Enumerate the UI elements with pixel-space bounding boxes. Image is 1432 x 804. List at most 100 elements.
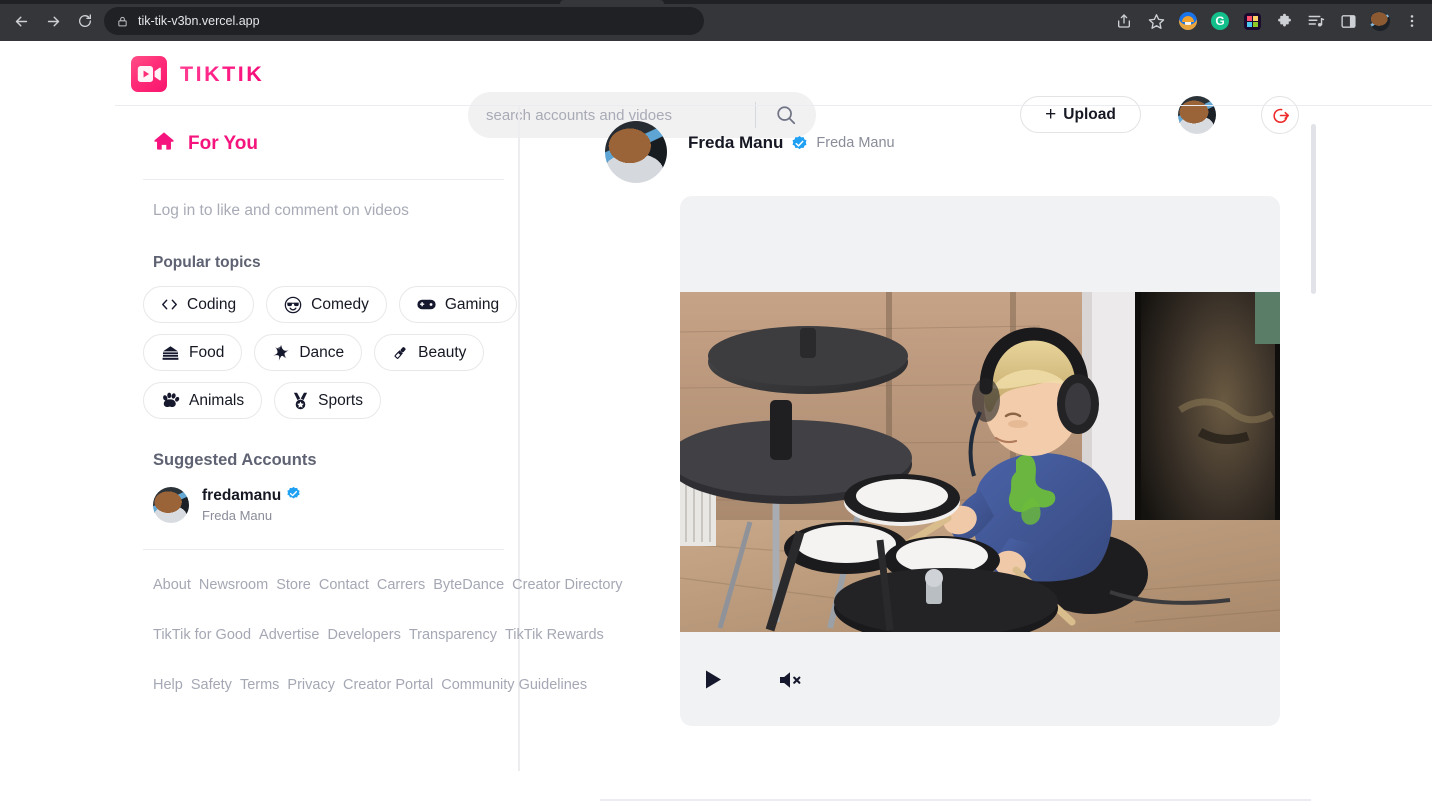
video-card[interactable] [680,196,1280,726]
forward-button[interactable] [39,7,67,35]
footer-group-1: About Newsroom Store Contact Carrers ByteDanc… [153,572,623,600]
reading-list-icon [1308,15,1325,27]
sunglasses-smiley-icon [284,296,302,314]
lipstick-icon [392,344,409,361]
bookmark-button[interactable] [1142,7,1170,35]
sidebar: For You Log in to like and comment on vi… [115,106,623,804]
browser-tab-strip [0,0,1432,4]
suggested-account-handle: fredamanu [202,487,282,504]
popular-topics-list: Coding Comedy Gaming Food Dance Beauty A… [143,286,525,419]
share-button[interactable] [1110,7,1138,35]
footer-link[interactable]: Store [276,577,311,593]
browser-tab[interactable] [560,0,664,4]
extensions-button[interactable] [1270,7,1298,35]
suggested-account-item[interactable]: fredamanu Freda Manu [153,486,518,523]
reading-list-button[interactable] [1302,7,1330,35]
side-panel-icon [1340,14,1356,28]
sidebar-divider-1 [143,179,504,180]
medal-icon [292,392,309,410]
extension-button-1[interactable] [1174,7,1202,35]
brand-name: TIKTIK [180,61,265,86]
sidebar-item-for-you[interactable]: For You [153,130,518,157]
extension-icon-blue [1179,12,1197,30]
topic-pill-animals[interactable]: Animals [143,382,263,419]
footer-link[interactable]: Carrers [377,577,425,593]
chrome-profile-button[interactable] [1366,7,1394,35]
feed-scrollbar-thumb[interactable] [1311,124,1316,294]
footer-link[interactable]: Creator Portal [343,677,433,693]
suggested-account-fullname: Freda Manu [202,508,273,523]
suggested-account-text: fredamanu Freda Manu [202,486,301,523]
star-icon [1148,13,1164,29]
topic-label: Animals [189,391,245,409]
page-root: TIKTIK + Upload [0,41,1432,804]
footer-link[interactable]: TikTik for Good [153,627,251,643]
browser-chrome: tik-tik-v3bn.vercel.app G [0,0,1432,41]
code-brackets-icon [161,298,178,311]
login-prompt-text: Log in to like and comment on videos [153,202,409,219]
paw-print-icon [161,392,180,409]
footer-link[interactable]: Privacy [287,677,335,693]
footer-link[interactable]: ByteDance [433,577,504,593]
topic-pill-coding[interactable]: Coding [143,286,255,323]
side-panel-button[interactable] [1334,7,1362,35]
verified-badge-icon [791,135,808,152]
topic-pill-gaming[interactable]: Gaming [398,286,518,323]
chrome-menu-button[interactable] [1398,7,1426,35]
topic-pill-beauty[interactable]: Beauty [374,334,485,371]
topic-pill-sports[interactable]: Sports [274,382,381,419]
footer-link[interactable]: Newsroom [199,577,268,593]
grammarly-icon: G [1211,12,1229,30]
footer-link[interactable]: Transparency [409,627,497,643]
cake-slice-icon [161,345,180,361]
site-header: TIKTIK + Upload [0,41,1432,138]
footer-link[interactable]: Help [153,677,183,693]
play-button[interactable] [698,665,728,695]
sidebar-divider-2 [143,549,504,550]
address-bar[interactable]: tik-tik-v3bn.vercel.app [104,7,704,35]
body-wrapper: For You Log in to like and comment on vi… [0,106,1432,804]
reload-button[interactable] [71,7,99,35]
extension-button-3[interactable] [1238,7,1266,35]
avatar [1370,11,1390,31]
footer-link[interactable]: Developers [327,627,400,643]
avatar [153,486,189,523]
topic-pill-food[interactable]: Food [143,334,243,371]
topic-pill-comedy[interactable]: Comedy [266,286,387,323]
post-author-name[interactable]: Freda Manu [688,133,783,153]
post-author-names: Freda Manu Freda Manu [688,133,895,153]
back-arrow-icon [15,16,27,26]
footer-link[interactable]: Advertise [259,627,319,643]
topic-pill-dance[interactable]: Dance [254,334,363,371]
video-still-image [680,292,1280,632]
extension-icon-colorful [1243,12,1261,30]
sidebar-item-label: For You [188,132,259,154]
suggested-accounts-title: Suggested Accounts [153,451,317,469]
video-thumbnail[interactable] [680,292,1280,632]
topic-label: Comedy [311,295,369,313]
back-button[interactable] [7,7,35,35]
forward-arrow-icon [47,16,59,26]
brand-logo[interactable]: TIKTIK [131,56,264,92]
topic-label: Dance [299,343,345,361]
lock-icon [116,15,128,27]
url-text: tik-tik-v3bn.vercel.app [138,14,260,28]
footer-group-3: Help Safety Terms Privacy Creator Portal Comm… [153,672,587,700]
topic-label: Gaming [444,295,500,313]
post-author-avatar[interactable] [605,121,667,183]
mute-toggle-button[interactable] [776,665,806,695]
extension-button-grammarly[interactable]: G [1206,7,1234,35]
footer-link[interactable]: About [153,577,191,593]
topic-label: Coding [187,295,237,313]
reload-icon [79,14,91,27]
muted-speaker-icon [780,671,801,688]
puzzle-piece-icon [1277,13,1291,26]
share-icon [1118,14,1130,28]
post-author-subname: Freda Manu [816,135,895,151]
dance-sparkle-icon [272,344,290,362]
feed-scrollbar[interactable] [1308,106,1318,804]
footer-link[interactable]: Safety [191,677,232,693]
topic-label: Beauty [418,343,467,361]
footer-link[interactable]: Terms [240,677,279,693]
footer-link[interactable]: Contact [319,577,369,593]
